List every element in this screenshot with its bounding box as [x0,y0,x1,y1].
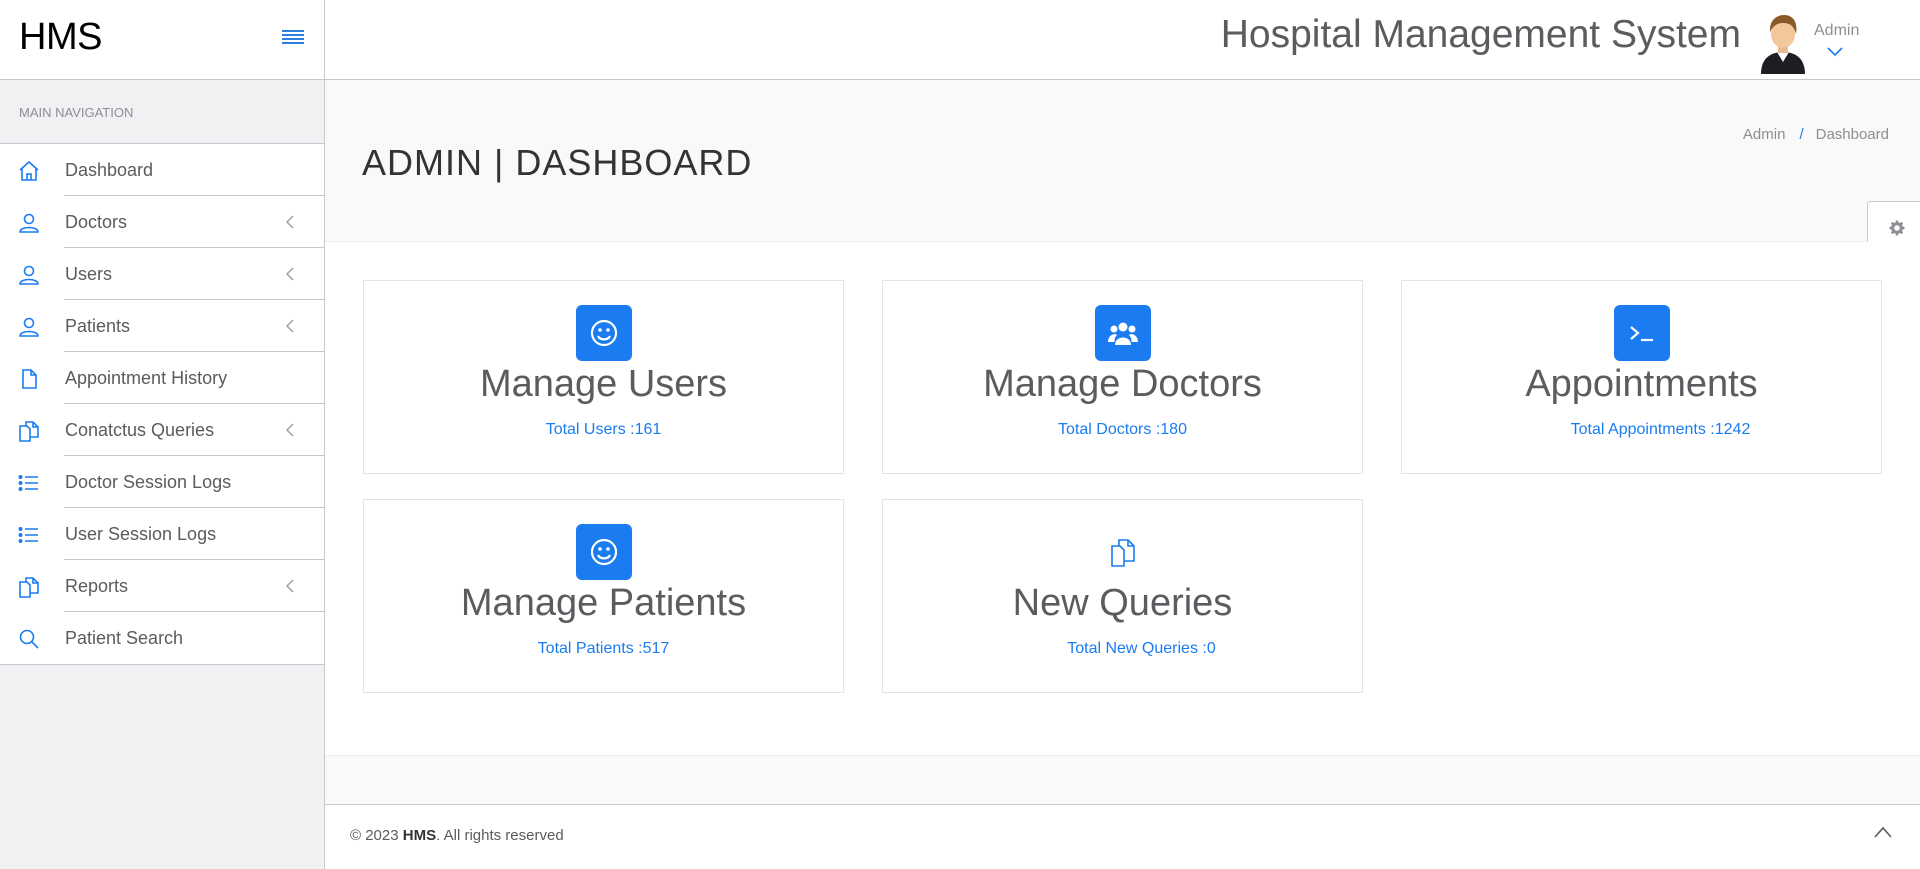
card-stat-link[interactable]: Total Patients :517 [364,640,843,658]
page-title: ADMIN | DASHBOARD [362,142,753,183]
card-title: Manage Patients [460,582,747,624]
user-icon [17,263,41,287]
list-icon [17,523,41,547]
sidebar-item-label: User Session Logs [65,524,217,544]
sidebar-item-doctors[interactable]: Doctors [0,196,324,248]
users-group-icon [1095,305,1151,361]
list-icon [17,471,41,495]
user-icon [17,211,41,235]
footer-band [325,755,1920,805]
search-icon [17,627,41,651]
chevron-up-icon[interactable] [1873,825,1893,839]
sidebar-item-label: Doctors [65,212,128,232]
breadcrumb-item-admin[interactable]: Admin [1743,126,1786,143]
sidebar-item-patient-search[interactable]: Patient Search [0,612,324,664]
card-stat-link[interactable]: Total Appointments :1242 [1440,421,1881,439]
brand-logo[interactable]: HMS [19,16,102,59]
chevron-left-icon [283,317,297,335]
card-appointments[interactable]: Appointments Total Appointments :1242 [1401,280,1882,474]
card-stat-link[interactable]: Total New Queries :0 [921,640,1362,658]
card-manage-users[interactable]: Manage Users Total Users :161 [363,280,844,474]
chevron-left-icon [283,577,297,595]
sidebar-item-label: Dashboard [65,160,154,180]
sidebar-item-label: Conatctus Queries [65,420,215,440]
breadcrumb-item-dashboard: Dashboard [1815,126,1889,143]
card-title: Manage Doctors [983,363,1262,405]
files-icon [1095,524,1151,580]
sidebar-item-label: Patients [65,316,131,336]
sidebar-item-label: Doctor Session Logs [65,472,232,492]
chevron-down-icon[interactable] [1826,44,1844,57]
sidebar-item-reports[interactable]: Reports [0,560,324,612]
footer: © 2023 HMS. All rights reserved [325,805,1920,869]
card-stat-link[interactable]: Total Users :161 [364,421,843,439]
sidebar-item-dashboard[interactable]: Dashboard [0,144,324,196]
sidebar: HMS Main Navigation Dashboard Doctors [0,0,325,869]
sidebar-item-label: Reports [65,576,129,596]
terminal-icon [1614,305,1670,361]
card-title: New Queries [1012,582,1233,624]
sidebar-item-label: Appointment History [65,368,228,388]
sidebar-item-user-session-logs[interactable]: User Session Logs [0,508,324,560]
chevron-left-icon [283,421,297,439]
menu-toggle-icon[interactable] [282,30,304,46]
avatar[interactable] [1757,12,1809,74]
brand-bar: HMS [0,0,324,80]
sidebar-item-patients[interactable]: Patients [0,300,324,352]
copyright-text: © 2023 HMS. All rights reserved [350,827,564,844]
breadcrumb: Admin / Dashboard [1743,126,1889,143]
sidebar-item-contactus-queries[interactable]: Conatctus Queries [0,404,324,456]
top-header: Hospital Management System Admin [325,0,1920,80]
sidebar-item-label: Users [65,264,113,284]
smile-icon [576,524,632,580]
system-title: Hospital Management System [1220,13,1741,56]
user-icon [17,315,41,339]
gear-icon [1889,220,1905,236]
sidebar-item-doctor-session-logs[interactable]: Doctor Session Logs [0,456,324,508]
page-header: ADMIN | DASHBOARD Admin / Dashboard [325,80,1920,242]
card-title: Appointments [1525,363,1758,405]
sidebar-item-users[interactable]: Users [0,248,324,300]
card-new-queries[interactable]: New Queries Total New Queries :0 [882,499,1363,693]
dashboard-content: Manage Users Total Users :161 Manage Doc… [325,242,1920,755]
files-icon [17,419,41,443]
sidebar-item-label: Patient Search [65,628,184,648]
chevron-left-icon [283,265,297,283]
card-manage-patients[interactable]: Manage Patients Total Patients :517 [363,499,844,693]
nav-section-title: Main Navigation [0,80,324,144]
sidebar-item-appointment-history[interactable]: Appointment History [0,352,324,404]
card-title: Manage Users [479,363,728,405]
files-icon [17,575,41,599]
card-stat-link[interactable]: Total Doctors :180 [883,421,1362,439]
home-icon [17,159,41,183]
user-name[interactable]: Admin [1814,22,1859,40]
file-icon [17,367,41,391]
card-manage-doctors[interactable]: Manage Doctors Total Doctors :180 [882,280,1363,474]
breadcrumb-separator: / [1799,126,1804,143]
smile-icon [576,305,632,361]
chevron-left-icon [283,213,297,231]
main-navigation: Dashboard Doctors Users Patients Appoint… [0,144,324,665]
